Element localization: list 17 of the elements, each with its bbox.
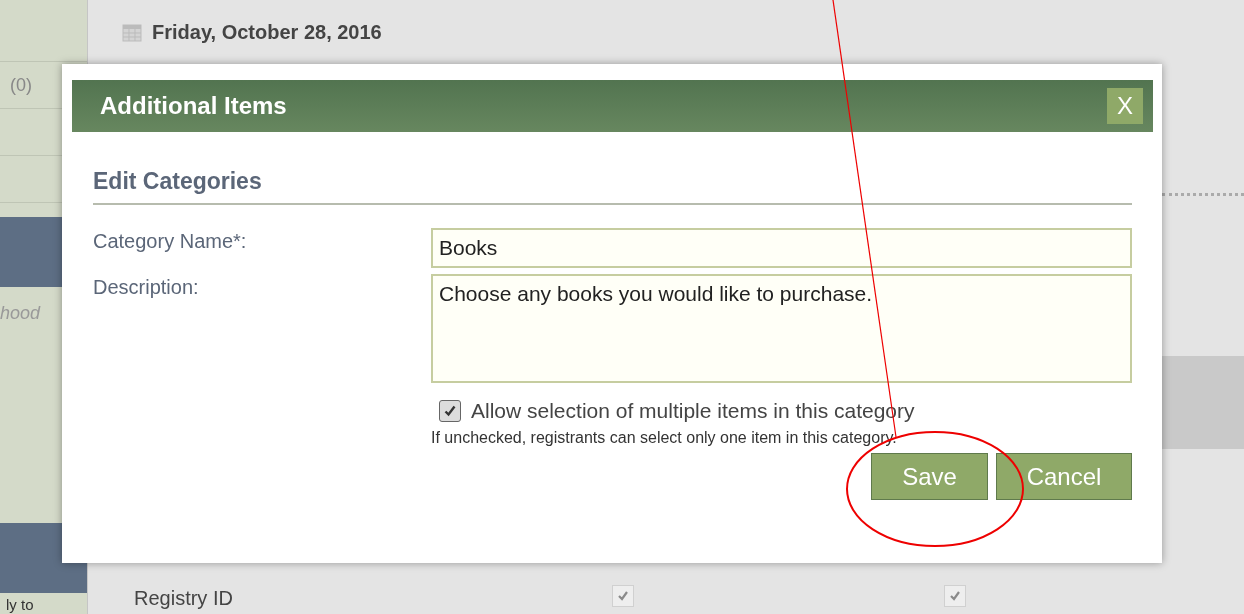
check-icon bbox=[443, 404, 457, 418]
calendar-icon bbox=[122, 22, 142, 43]
checkbox[interactable] bbox=[439, 400, 461, 422]
date-text: Friday, October 28, 2016 bbox=[152, 20, 382, 44]
text-area[interactable]: Choose any books you would like to purchase. bbox=[431, 274, 1132, 383]
section-heading: Edit Categories bbox=[93, 168, 263, 195]
count-label: (0) bbox=[9, 74, 32, 96]
field-label: Description: bbox=[93, 275, 200, 300]
table-cell: Registry ID bbox=[134, 587, 233, 611]
close-button[interactable]: X bbox=[1107, 88, 1143, 124]
sidebar-text: hood bbox=[0, 303, 41, 323]
cancel-button[interactable]: Cancel bbox=[996, 453, 1132, 500]
save-button[interactable]: Save bbox=[871, 453, 988, 500]
field-label: Category Name*: bbox=[93, 229, 248, 254]
input-field[interactable]: Books bbox=[431, 228, 1132, 268]
sidebar-text: ly to bbox=[5, 596, 34, 614]
dialog-title: Additional Items bbox=[100, 92, 287, 120]
